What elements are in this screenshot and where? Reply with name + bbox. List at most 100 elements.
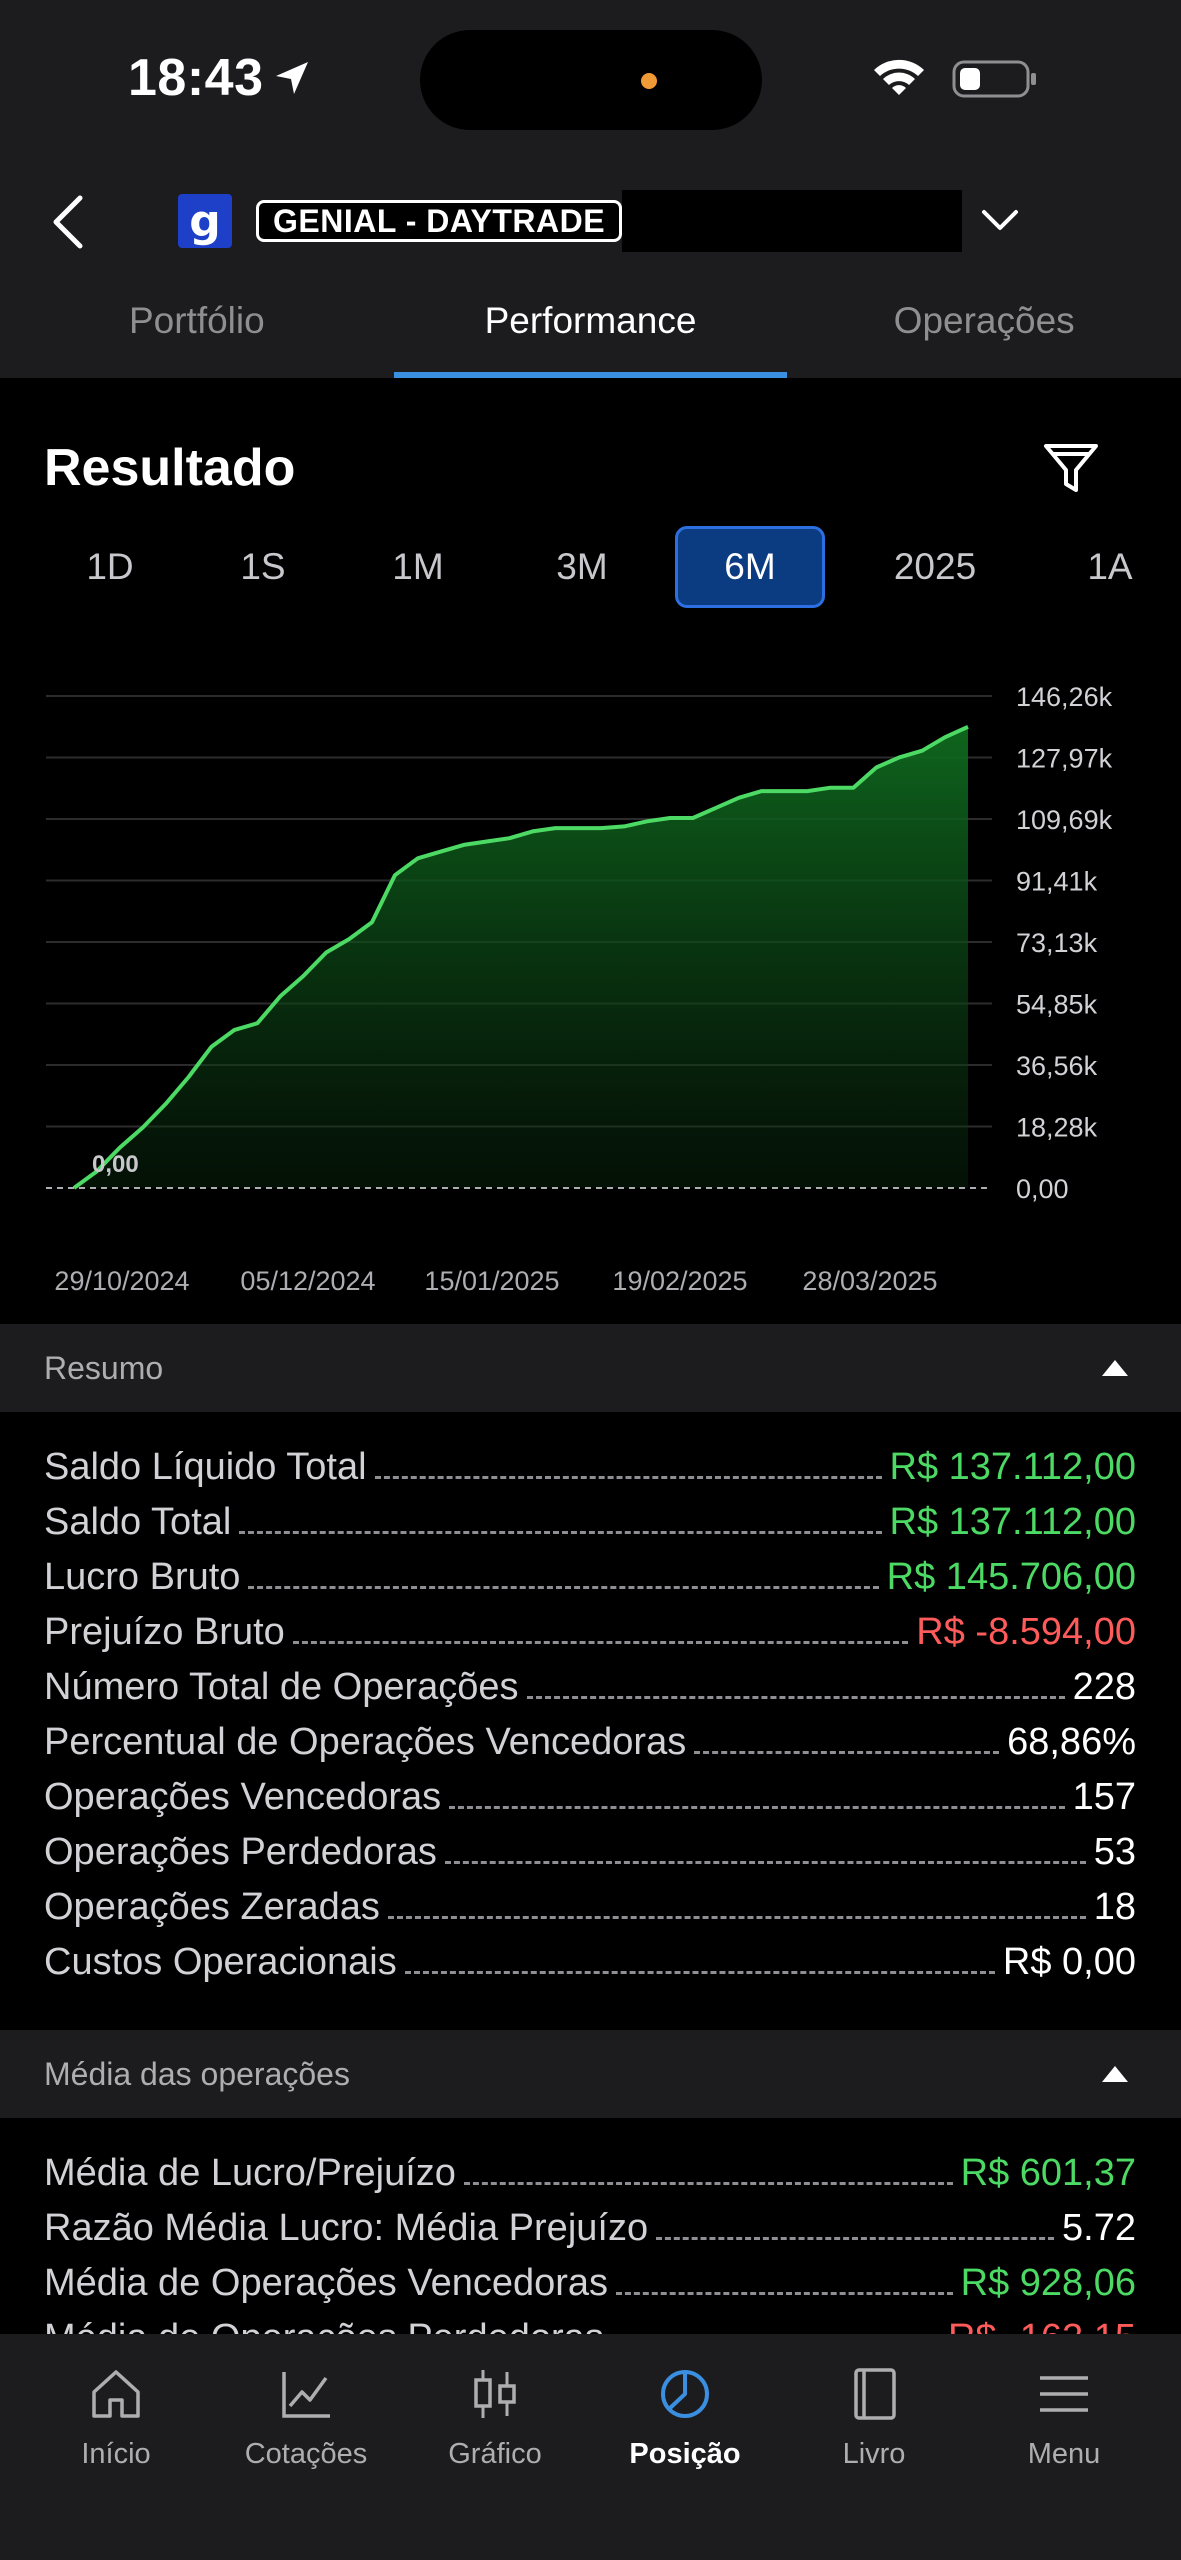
row-label: Custos Operacionais <box>44 1941 397 1983</box>
result-area-chart: 0,00 0,00 18,28k 36,56k 54,85k 73,13k 91,41k 1… <box>46 682 1113 1296</box>
tab-portfolio[interactable]: Portfólio <box>0 278 394 378</box>
leader-dots <box>526 1669 1065 1699</box>
result-title: Resultado <box>44 439 296 497</box>
media-title: Média das operações <box>44 2056 350 2092</box>
tab-performance[interactable]: Performance <box>393 278 788 378</box>
resumo-row: Operações Zeradas 18 <box>44 1886 1136 1941</box>
nav-grafico[interactable]: Gráfico <box>405 2364 585 2471</box>
leader-dots <box>292 1614 909 1644</box>
status-bar: 18:43 <box>0 0 1181 160</box>
redacted-area <box>622 190 962 252</box>
x-tick-label: 05/12/2024 <box>240 1266 375 1296</box>
back-arrow-icon[interactable] <box>48 192 88 252</box>
filter-icon[interactable] <box>1042 440 1100 496</box>
x-tick-label: 15/01/2025 <box>424 1266 559 1296</box>
account-selector-label[interactable]: GENIAL - DAYTRADE <box>256 200 623 242</box>
period-selector: 1D 1S 1M 3M 6M 2025 1A <box>0 526 1181 610</box>
hamburger-menu-icon <box>1040 2376 1088 2412</box>
wifi-icon <box>874 59 924 95</box>
leader-dots <box>404 1944 995 1974</box>
nav-label: Posição <box>629 2438 741 2470</box>
resumo-row: Saldo Total R$ 137.112,00 <box>44 1501 1136 1556</box>
x-tick-label: 19/02/2025 <box>612 1266 747 1296</box>
nav-label: Livro <box>842 2438 906 2470</box>
row-value: R$ 145.706,00 <box>886 1556 1136 1598</box>
row-label: Saldo Líquido Total <box>44 1446 367 1488</box>
y-tick-label: 73,13k <box>1016 928 1098 958</box>
row-label: Percentual de Operações Vencedoras <box>44 1721 687 1763</box>
x-tick-label: 29/10/2024 <box>54 1266 189 1296</box>
row-value: 157 <box>1072 1776 1136 1818</box>
tab-operacoes[interactable]: Operações <box>787 278 1181 378</box>
chevron-down-icon[interactable] <box>978 202 1022 238</box>
resumo-row: Lucro Bruto R$ 145.706,00 <box>44 1556 1136 1611</box>
y-tick-label: 127,97k <box>1016 744 1113 774</box>
media-row: Razão Média Lucro: Média Prejuízo 5.72 <box>44 2207 1136 2262</box>
row-label: Prejuízo Bruto <box>44 1611 285 1653</box>
row-value: R$ 137.112,00 <box>889 1446 1137 1488</box>
row-value: 18 <box>1093 1886 1136 1928</box>
caret-up-icon[interactable] <box>1100 1356 1130 1378</box>
row-value: 5.72 <box>1062 2207 1136 2249</box>
leader-dots <box>387 1889 1086 1919</box>
row-value: R$ -8.594,00 <box>916 1611 1136 1653</box>
row-value: 53 <box>1093 1831 1136 1873</box>
leader-dots <box>374 1449 882 1479</box>
resumo-row: Operações Vencedoras 157 <box>44 1776 1136 1831</box>
y-tick-label: 0,00 <box>1016 1174 1069 1204</box>
media-row: Média de Operações Vencedoras R$ 928,06 <box>44 2262 1136 2317</box>
bottom-navigation: Início Cotações Gráfico Posição Livro Me… <box>0 2334 1181 2560</box>
nav-label: Menu <box>1027 2438 1101 2470</box>
row-label: Operações Perdedoras <box>44 1831 437 1873</box>
resumo-row: Saldo Líquido Total R$ 137.112,00 <box>44 1446 1136 1501</box>
period-3m[interactable]: 3M <box>532 526 632 608</box>
x-tick-label: 28/03/2025 <box>802 1266 937 1296</box>
period-1d[interactable]: 1D <box>60 526 160 608</box>
leader-dots <box>694 1724 1000 1754</box>
nav-livro[interactable]: Livro <box>784 2364 964 2471</box>
tab-bar: Portfólio Performance Operações <box>0 278 1181 378</box>
resumo-row: Número Total de Operações 228 <box>44 1666 1136 1721</box>
resumo-section-header[interactable]: Resumo <box>0 1324 1181 1412</box>
period-1a[interactable]: 1A <box>1060 526 1160 608</box>
y-tick-label: 36,56k <box>1016 1051 1098 1081</box>
row-value: 68,86% <box>1007 1721 1136 1763</box>
dynamic-island <box>420 30 762 130</box>
period-1s[interactable]: 1S <box>213 526 313 608</box>
row-label: Razão Média Lucro: Média Prejuízo <box>44 2207 649 2249</box>
nav-menu[interactable]: Menu <box>974 2364 1154 2471</box>
nav-cotacoes[interactable]: Cotações <box>216 2364 396 2471</box>
row-label: Lucro Bruto <box>44 1556 241 1598</box>
nav-label: Início <box>81 2438 151 2470</box>
leader-dots <box>656 2210 1055 2240</box>
row-label: Média de Lucro/Prejuízo <box>44 2152 456 2194</box>
period-2025[interactable]: 2025 <box>870 526 1000 608</box>
leader-dots <box>616 2265 953 2295</box>
y-tick-label: 54,85k <box>1016 990 1098 1020</box>
y-tick-label: 18,28k <box>1016 1113 1098 1143</box>
row-value: R$ 928,06 <box>960 2262 1136 2304</box>
candlestick-icon <box>474 2370 516 2418</box>
period-6m[interactable]: 6M <box>675 526 825 608</box>
book-icon <box>854 2368 896 2420</box>
leader-dots <box>444 1834 1086 1864</box>
resumo-row: Operações Perdedoras 53 <box>44 1831 1136 1886</box>
period-1m[interactable]: 1M <box>368 526 468 608</box>
leader-dots <box>248 1559 879 1589</box>
battery-icon <box>952 60 1036 98</box>
status-time: 18:43 <box>128 49 264 107</box>
location-arrow-icon <box>276 62 308 94</box>
nav-posicao[interactable]: Posição <box>595 2364 775 2471</box>
resumo-row: Prejuízo Bruto R$ -8.594,00 <box>44 1611 1136 1666</box>
nav-inicio[interactable]: Início <box>26 2364 206 2471</box>
app-header: g GENIAL - DAYTRADE Portfólio Performanc… <box>0 160 1181 378</box>
caret-up-icon[interactable] <box>1100 2062 1130 2084</box>
privacy-indicator-dot <box>641 73 657 89</box>
row-value: 228 <box>1072 1666 1136 1708</box>
y-tick-label: 146,26k <box>1016 682 1113 712</box>
pie-chart-icon <box>661 2370 709 2418</box>
media-section-header[interactable]: Média das operações <box>0 2030 1181 2118</box>
row-label: Número Total de Operações <box>44 1666 519 1708</box>
row-label: Média de Operações Vencedoras <box>44 2262 609 2304</box>
resumo-row: Percentual de Operações Vencedoras 68,86% <box>44 1721 1136 1776</box>
